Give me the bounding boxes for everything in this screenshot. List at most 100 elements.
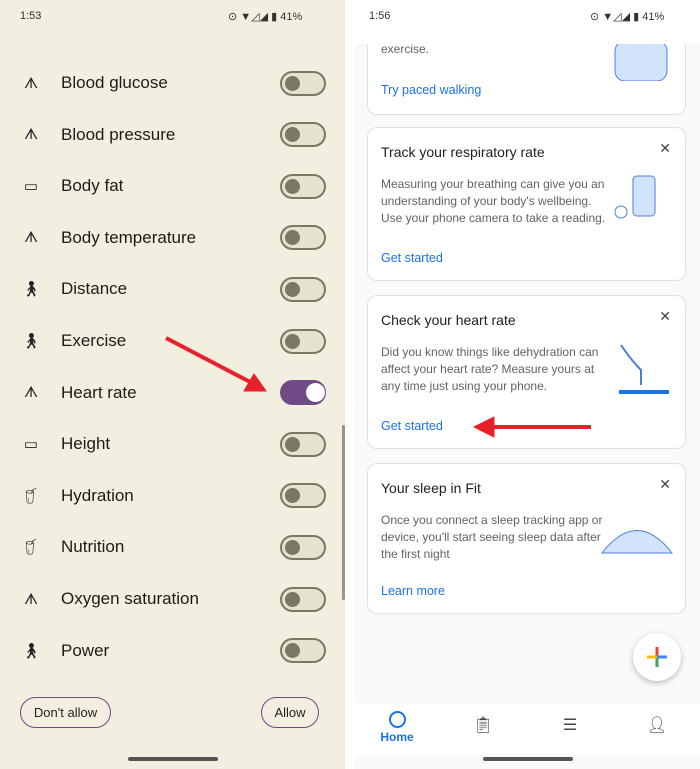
gesture-bar: [128, 757, 218, 761]
permission-label: Blood glucose: [61, 73, 168, 92]
plus-icon: [647, 647, 667, 667]
permission-label: Heart rate: [61, 382, 137, 402]
card-respiratory-rate: Track your respiratory rate ✕ Measuring …: [367, 127, 686, 281]
toggle-off[interactable]: [280, 483, 326, 509]
permission-label: Exercise: [61, 331, 127, 350]
permission-label: Distance: [61, 279, 128, 299]
card-title: Track your respiratory rate: [381, 144, 545, 160]
permission-row[interactable]: 🥤︎ Nutrition: [0, 522, 345, 572]
add-fab-button[interactable]: [633, 633, 681, 681]
nav-browse[interactable]: ☰: [540, 715, 600, 735]
permission-row[interactable]: 🚶︎ Power: [0, 626, 345, 676]
card-sleep: Your sleep in Fit ✕ Once you connect a s…: [367, 463, 686, 614]
toggle-knob: [285, 333, 300, 349]
home-ring-icon: [388, 711, 406, 728]
permission-row[interactable]: 🥤︎ Hydration: [0, 471, 345, 521]
toggle-off[interactable]: [280, 431, 326, 457]
dont-allow-button[interactable]: Don't allow: [20, 697, 111, 728]
phone-breathing-illustration: [614, 175, 656, 219]
list-icon: ☰: [562, 717, 578, 734]
finger-phone-illustration: [619, 344, 669, 394]
toggle-knob: [285, 281, 300, 297]
try-paced-walking-link[interactable]: Try paced walking: [381, 83, 481, 97]
toggle-off[interactable]: [280, 70, 326, 96]
toggle-off[interactable]: [280, 225, 326, 251]
permission-label: Hydration: [61, 485, 134, 505]
ruler-icon: ▭: [23, 178, 39, 196]
toggle-off[interactable]: [280, 173, 326, 199]
toggle-off[interactable]: [280, 586, 326, 612]
nav-journal[interactable]: 📋︎: [453, 715, 513, 735]
card-title: Your sleep in Fit: [381, 480, 481, 496]
vitals-icon: ᗑ: [23, 384, 39, 402]
status-icons: ⊙ ▼◿◢ ▮ 41%: [228, 11, 303, 23]
status-time: 1:53: [20, 10, 42, 22]
toggle-knob: [285, 75, 300, 91]
permission-row[interactable]: ᗑ Blood glucose: [0, 58, 345, 108]
card-body: Did you know things like dehydration can…: [381, 345, 599, 393]
toggle-off[interactable]: [280, 328, 326, 354]
toggle-knob: [285, 643, 300, 659]
permission-row[interactable]: ᗑ Body temperature: [0, 213, 345, 263]
permission-row[interactable]: ᗑ Heart rate: [0, 368, 345, 418]
toggle-off[interactable]: [280, 276, 326, 302]
permission-label: Body temperature: [61, 227, 197, 247]
permission-label: Height: [61, 434, 111, 454]
permission-label: Nutrition: [61, 537, 125, 557]
card-heart-rate: Check your heart rate ✕ Did you know thi…: [367, 295, 686, 449]
card-title: Check your heart rate: [381, 312, 516, 328]
walk-icon: 🚶︎: [21, 333, 41, 350]
close-icon[interactable]: ✕: [659, 476, 671, 493]
walking-illustration: [614, 40, 668, 81]
toggle-off[interactable]: [280, 534, 326, 560]
fit-home-panel: 1:56 ⊙ ▼◿◢ ▮ 41% 1:56 ⊙ ▼◿◢ ▮ 41% exerci…: [355, 0, 700, 769]
permission-row[interactable]: ▭ Body fat: [0, 161, 345, 211]
learn-more-link[interactable]: Learn more: [381, 584, 445, 598]
toggle-off[interactable]: [280, 638, 326, 664]
permission-label: Body fat: [61, 176, 124, 196]
permission-label: Power: [61, 640, 110, 660]
toggle-knob: [285, 127, 300, 143]
toggle-knob: [285, 488, 300, 504]
toggle-knob: [285, 539, 300, 555]
vitals-icon: ᗑ: [23, 126, 39, 144]
card-body: Measuring your breathing can give you an…: [381, 177, 606, 225]
permission-row[interactable]: ᗑ Oxygen saturation: [0, 574, 345, 624]
clipboard-icon: 📋︎: [472, 717, 494, 734]
food-icon: 🥤︎: [21, 487, 41, 505]
food-icon: 🥤︎: [21, 539, 41, 557]
status-time-overlay: 1:56: [369, 10, 391, 22]
person-icon: 👤︎: [646, 717, 668, 734]
scrollbar[interactable]: [342, 425, 345, 600]
toggle-knob: [285, 230, 300, 246]
permission-row[interactable]: 🚶︎ Distance: [0, 264, 345, 314]
card-body: Once you connect a sleep tracking app or…: [381, 513, 603, 561]
permission-row[interactable]: ᗑ Blood pressure: [0, 110, 345, 160]
walk-icon: 🚶︎: [21, 642, 41, 660]
vitals-icon: ᗑ: [23, 590, 39, 608]
toggle-off[interactable]: [280, 122, 326, 148]
toggle-knob: [285, 436, 300, 452]
close-icon[interactable]: ✕: [659, 308, 671, 325]
gesture-bar: [483, 757, 573, 761]
battery-level: 41%: [642, 11, 665, 23]
nav-profile[interactable]: 👤︎: [627, 715, 687, 735]
card-body: exercise.: [381, 42, 430, 56]
sleep-tent-illustration: [600, 530, 674, 554]
ruler-icon: ▭: [23, 436, 39, 454]
toggle-knob: [285, 591, 300, 607]
get-started-heart-rate-link[interactable]: Get started: [381, 419, 443, 433]
allow-button[interactable]: Allow: [261, 697, 319, 728]
vitals-icon: ᗑ: [23, 229, 39, 247]
permission-label: Blood pressure: [61, 124, 176, 144]
nav-home-label: Home: [380, 730, 414, 744]
toggle-on[interactable]: [280, 380, 326, 406]
get-started-respiratory-link[interactable]: Get started: [381, 251, 443, 265]
close-icon[interactable]: ✕: [659, 140, 671, 157]
permission-label: Oxygen saturation: [61, 589, 199, 608]
permission-row[interactable]: 🚶︎ Exercise: [0, 316, 345, 366]
nav-home[interactable]: Home: [367, 709, 427, 744]
permission-row[interactable]: ▭ Height: [0, 419, 345, 469]
status-icons-overlay: ⊙ ▼◿◢ ▮ 41%: [590, 11, 665, 23]
vitals-icon: ᗑ: [23, 74, 39, 92]
